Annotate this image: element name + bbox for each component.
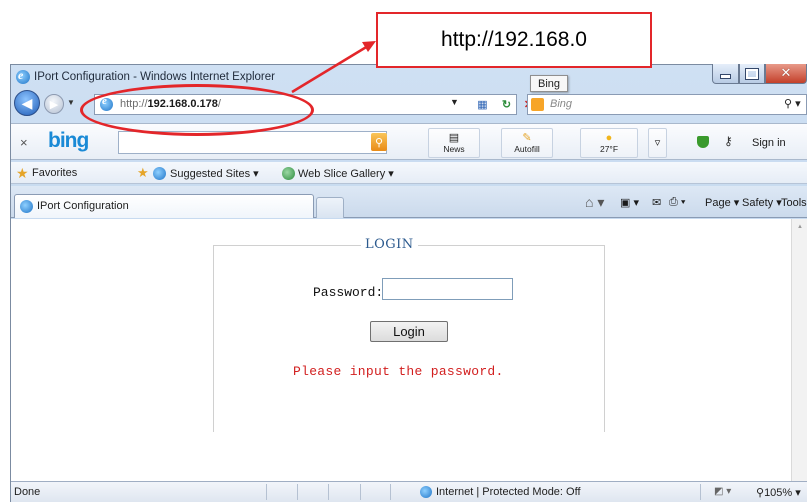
callout-arrow bbox=[291, 41, 376, 94]
url-callout: http://192.168.0 bbox=[376, 12, 652, 68]
